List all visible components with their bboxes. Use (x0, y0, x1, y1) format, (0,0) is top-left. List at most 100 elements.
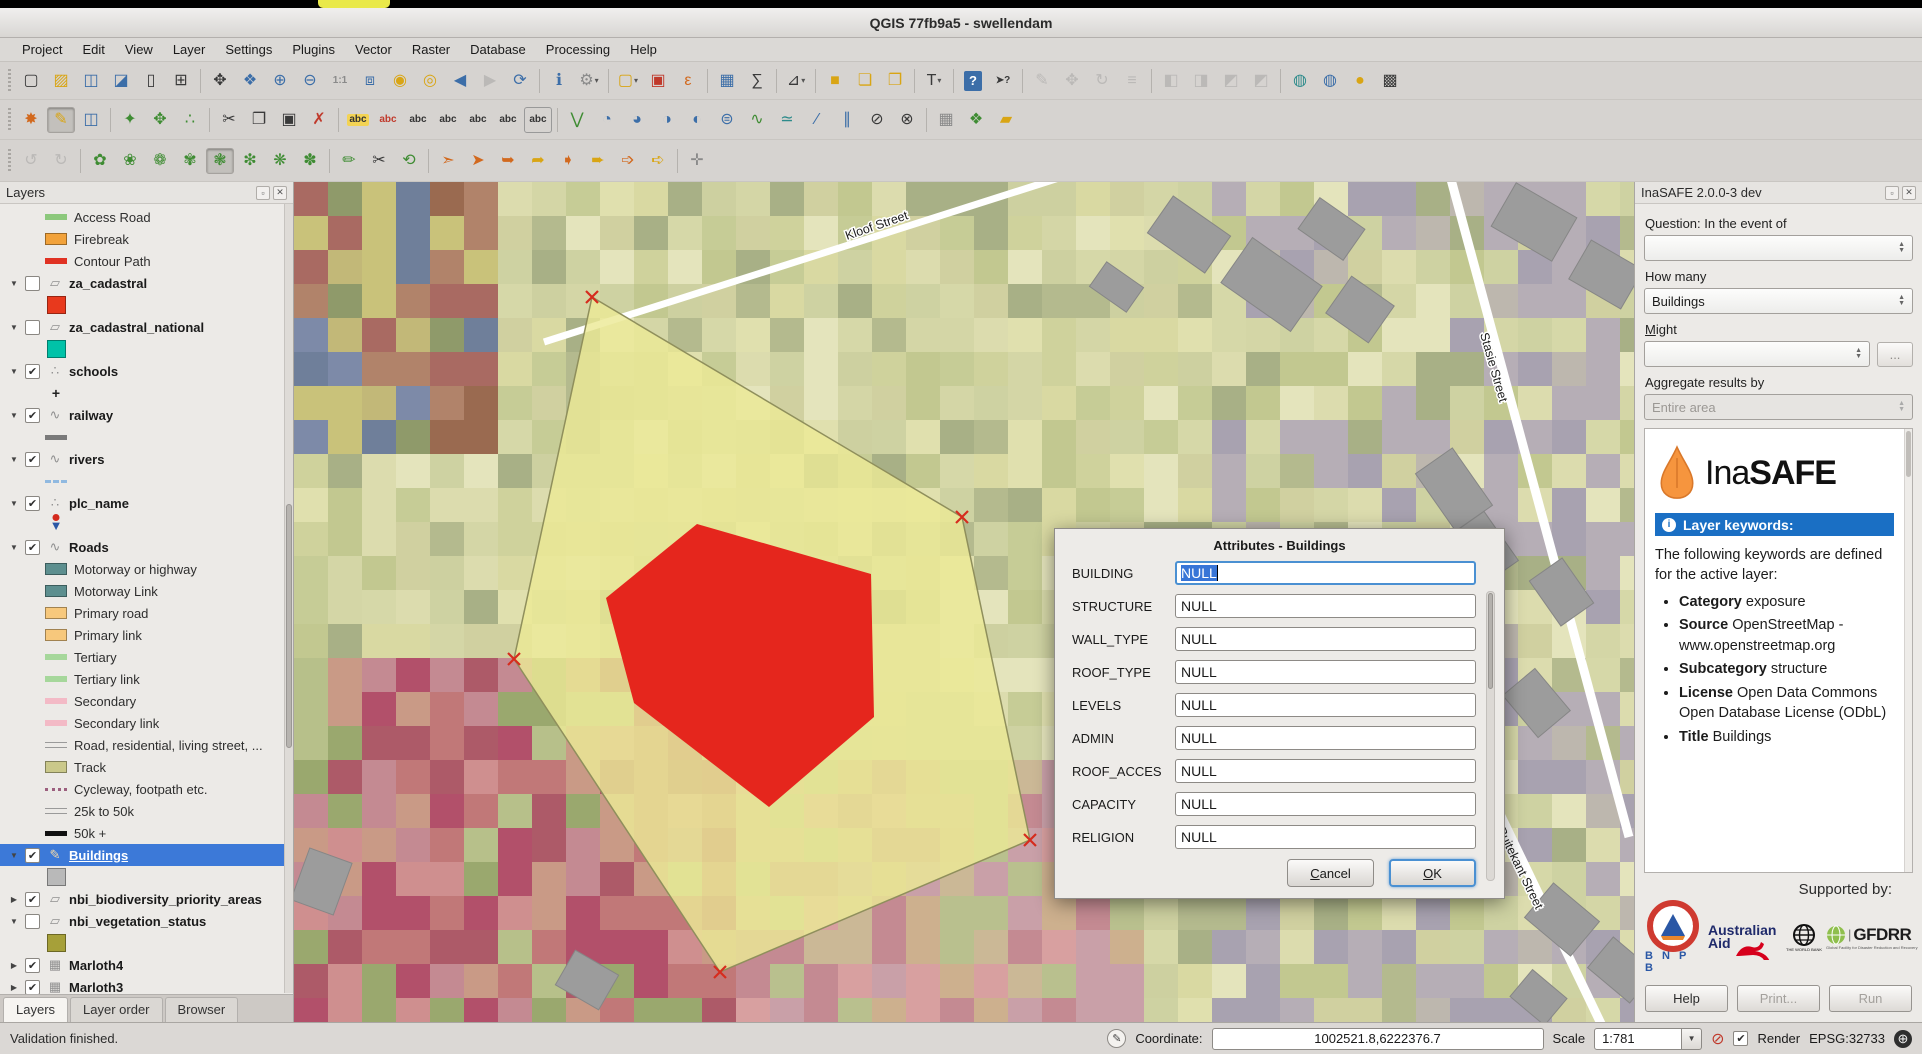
hazard-select[interactable]: ▲▼ (1644, 235, 1913, 261)
visibility-checkbox[interactable]: ✔ (25, 452, 40, 467)
cut-features-icon[interactable]: ✂ (215, 107, 243, 133)
topology-tool-7-icon[interactable]: ❋ (266, 148, 294, 174)
show-bookmarks-icon[interactable]: ❐ (881, 68, 909, 94)
legend-item[interactable] (0, 470, 293, 492)
legend-item-secondary-link[interactable]: Secondary link (0, 712, 293, 734)
visibility-checkbox[interactable]: ✔ (25, 848, 40, 863)
dialog-scrollbar[interactable] (1486, 591, 1495, 881)
delete-ring-icon[interactable]: ◐ (683, 107, 711, 133)
visibility-checkbox[interactable]: ✔ (25, 408, 40, 423)
ok-button[interactable]: OK (1389, 859, 1476, 887)
legend-item-motorway-link[interactable]: Motorway Link (0, 580, 293, 602)
legend-item[interactable] (0, 866, 293, 888)
zoom-last-icon[interactable]: ◀ (446, 68, 474, 94)
save-edits-icon[interactable]: ◫ (77, 107, 105, 133)
digitize-tool-3-icon[interactable]: ➥ (494, 148, 522, 174)
text-annotation-icon[interactable]: T▾ (920, 68, 948, 94)
menu-project[interactable]: Project (12, 39, 72, 60)
digitize-tool-6-icon[interactable]: ➨ (584, 148, 612, 174)
scrollbar-thumb[interactable] (1906, 431, 1911, 477)
legend-item-50k[interactable]: 50k + (0, 822, 293, 844)
expander-icon[interactable]: ▼ (8, 411, 20, 420)
admin-input[interactable]: NULL (1175, 726, 1476, 750)
menu-processing[interactable]: Processing (536, 39, 620, 60)
pan-map-icon[interactable]: ✥ (206, 68, 234, 94)
layer-item-nbi-vegetation-status[interactable]: ▼▱nbi_vegetation_status (0, 910, 293, 932)
expander-icon[interactable]: ▼ (8, 499, 20, 508)
composer-manager-icon[interactable]: ⊞ (167, 68, 195, 94)
rotate-tool-icon[interactable]: ⟲ (395, 148, 423, 174)
capacity-input[interactable]: NULL (1175, 792, 1476, 816)
help-contents-icon[interactable]: ? (959, 68, 987, 94)
split-features-icon[interactable]: ∕ (803, 107, 831, 133)
zoom-out-icon[interactable]: ⊖ (296, 68, 324, 94)
layer-item-za-cadastral[interactable]: ▼▱za_cadastral (0, 272, 293, 294)
label-abc-6-icon[interactable]: abc (494, 107, 522, 133)
zoom-in-icon[interactable]: ⊕ (266, 68, 294, 94)
topology-tool-4-icon[interactable]: ✾ (176, 148, 204, 174)
add-ring-icon[interactable]: ◔ (593, 107, 621, 133)
visibility-checkbox[interactable]: ✔ (25, 540, 40, 555)
religion-input[interactable]: NULL (1175, 825, 1476, 849)
menu-settings[interactable]: Settings (215, 39, 282, 60)
expander-icon[interactable]: ▶ (8, 895, 20, 904)
scissors-tool-icon[interactable]: ✂ (365, 148, 393, 174)
help-button[interactable]: Help (1645, 985, 1728, 1012)
run-feature-action-icon[interactable]: ⚙▾ (575, 68, 603, 94)
zoom-to-layer-icon[interactable]: ◎ (416, 68, 444, 94)
osm-plugin-icon[interactable]: ● (1346, 68, 1374, 94)
select-features-icon[interactable]: ▢▾ (614, 68, 642, 94)
layer-item-za-cadastral-national[interactable]: ▼▱za_cadastral_national (0, 316, 293, 338)
layer-item-schools[interactable]: ▼✔∴schools (0, 360, 293, 382)
visibility-checkbox[interactable] (25, 914, 40, 929)
legend-item-tertiary[interactable]: Tertiary (0, 646, 293, 668)
measure-line-icon[interactable]: ⊿▾ (782, 68, 810, 94)
function-select[interactable]: ▲▼ (1644, 341, 1870, 367)
legend-item-access-road[interactable]: Access Road (0, 206, 293, 228)
layer-item-marloth4[interactable]: ▶✔▦Marloth4 (0, 954, 293, 976)
wall-type-input[interactable]: NULL (1175, 627, 1476, 651)
layers-panel-scrollbar[interactable] (284, 204, 293, 993)
layer-item-marloth3[interactable]: ▶✔▦Marloth3 (0, 976, 293, 994)
stop-render-icon[interactable]: ⊘ (1711, 1029, 1724, 1049)
expander-icon[interactable]: ▼ (8, 367, 20, 376)
digitize-tool-8-icon[interactable]: ➪ (644, 148, 672, 174)
visibility-checkbox[interactable]: ✔ (25, 496, 40, 511)
legend-item-road-residential-living-street[interactable]: Road, residential, living street, ... (0, 734, 293, 756)
topology-tool-6-icon[interactable]: ❇ (236, 148, 264, 174)
tab-layers[interactable]: Layers (3, 997, 68, 1022)
reshape-features-icon[interactable]: ∿ (743, 107, 771, 133)
label-abc-2-icon[interactable]: abc (374, 107, 402, 133)
label-abc-3-icon[interactable]: abc (404, 107, 432, 133)
legend-item[interactable] (0, 932, 293, 954)
exposure-select[interactable]: Buildings ▲▼ (1644, 288, 1913, 314)
tab-browser[interactable]: Browser (165, 997, 239, 1022)
expander-icon[interactable]: ▼ (8, 455, 20, 464)
merge-features-icon[interactable]: ⊘ (863, 107, 891, 133)
layer-item-buildings[interactable]: ▼✔✎Buildings (0, 844, 293, 866)
menu-plugins[interactable]: Plugins (282, 39, 345, 60)
legend-item-contour-path[interactable]: Contour Path (0, 250, 293, 272)
cancel-button[interactable]: Cancel (1287, 859, 1374, 887)
current-edits-icon[interactable]: ✸ (17, 107, 45, 133)
menu-edit[interactable]: Edit (72, 39, 114, 60)
osm-tool-icon[interactable]: ▰ (992, 107, 1020, 133)
statistical-summary-icon[interactable]: ∑ (743, 68, 771, 94)
label-abc-4-icon[interactable]: abc (434, 107, 462, 133)
whats-this-icon[interactable]: ➤? (989, 68, 1017, 94)
open-project-icon[interactable]: ▨ (47, 68, 75, 94)
select-by-expression-icon[interactable]: ε (674, 68, 702, 94)
panel-float-icon[interactable]: ▫ (256, 186, 270, 200)
layer-item-nbi-biodiversity-priority-areas[interactable]: ▶✔▱nbi_biodiversity_priority_areas (0, 888, 293, 910)
legend-item-cycleway-footpath-etc[interactable]: Cycleway, footpath etc. (0, 778, 293, 800)
new-print-composer-icon[interactable]: ▯ (137, 68, 165, 94)
topology-tool-3-icon[interactable]: ❁ (146, 148, 174, 174)
dropdown-arrow-icon[interactable]: ▼ (1682, 1028, 1702, 1050)
menu-vector[interactable]: Vector (345, 39, 402, 60)
legend-item-secondary[interactable]: Secondary (0, 690, 293, 712)
levels-input[interactable]: NULL (1175, 693, 1476, 717)
topology-tool-1-icon[interactable]: ✿ (86, 148, 114, 174)
digitize-tool-7-icon[interactable]: ➩ (614, 148, 642, 174)
delete-selected-icon[interactable]: ✗ (305, 107, 333, 133)
zoom-full-icon[interactable]: ⧈ (356, 68, 384, 94)
